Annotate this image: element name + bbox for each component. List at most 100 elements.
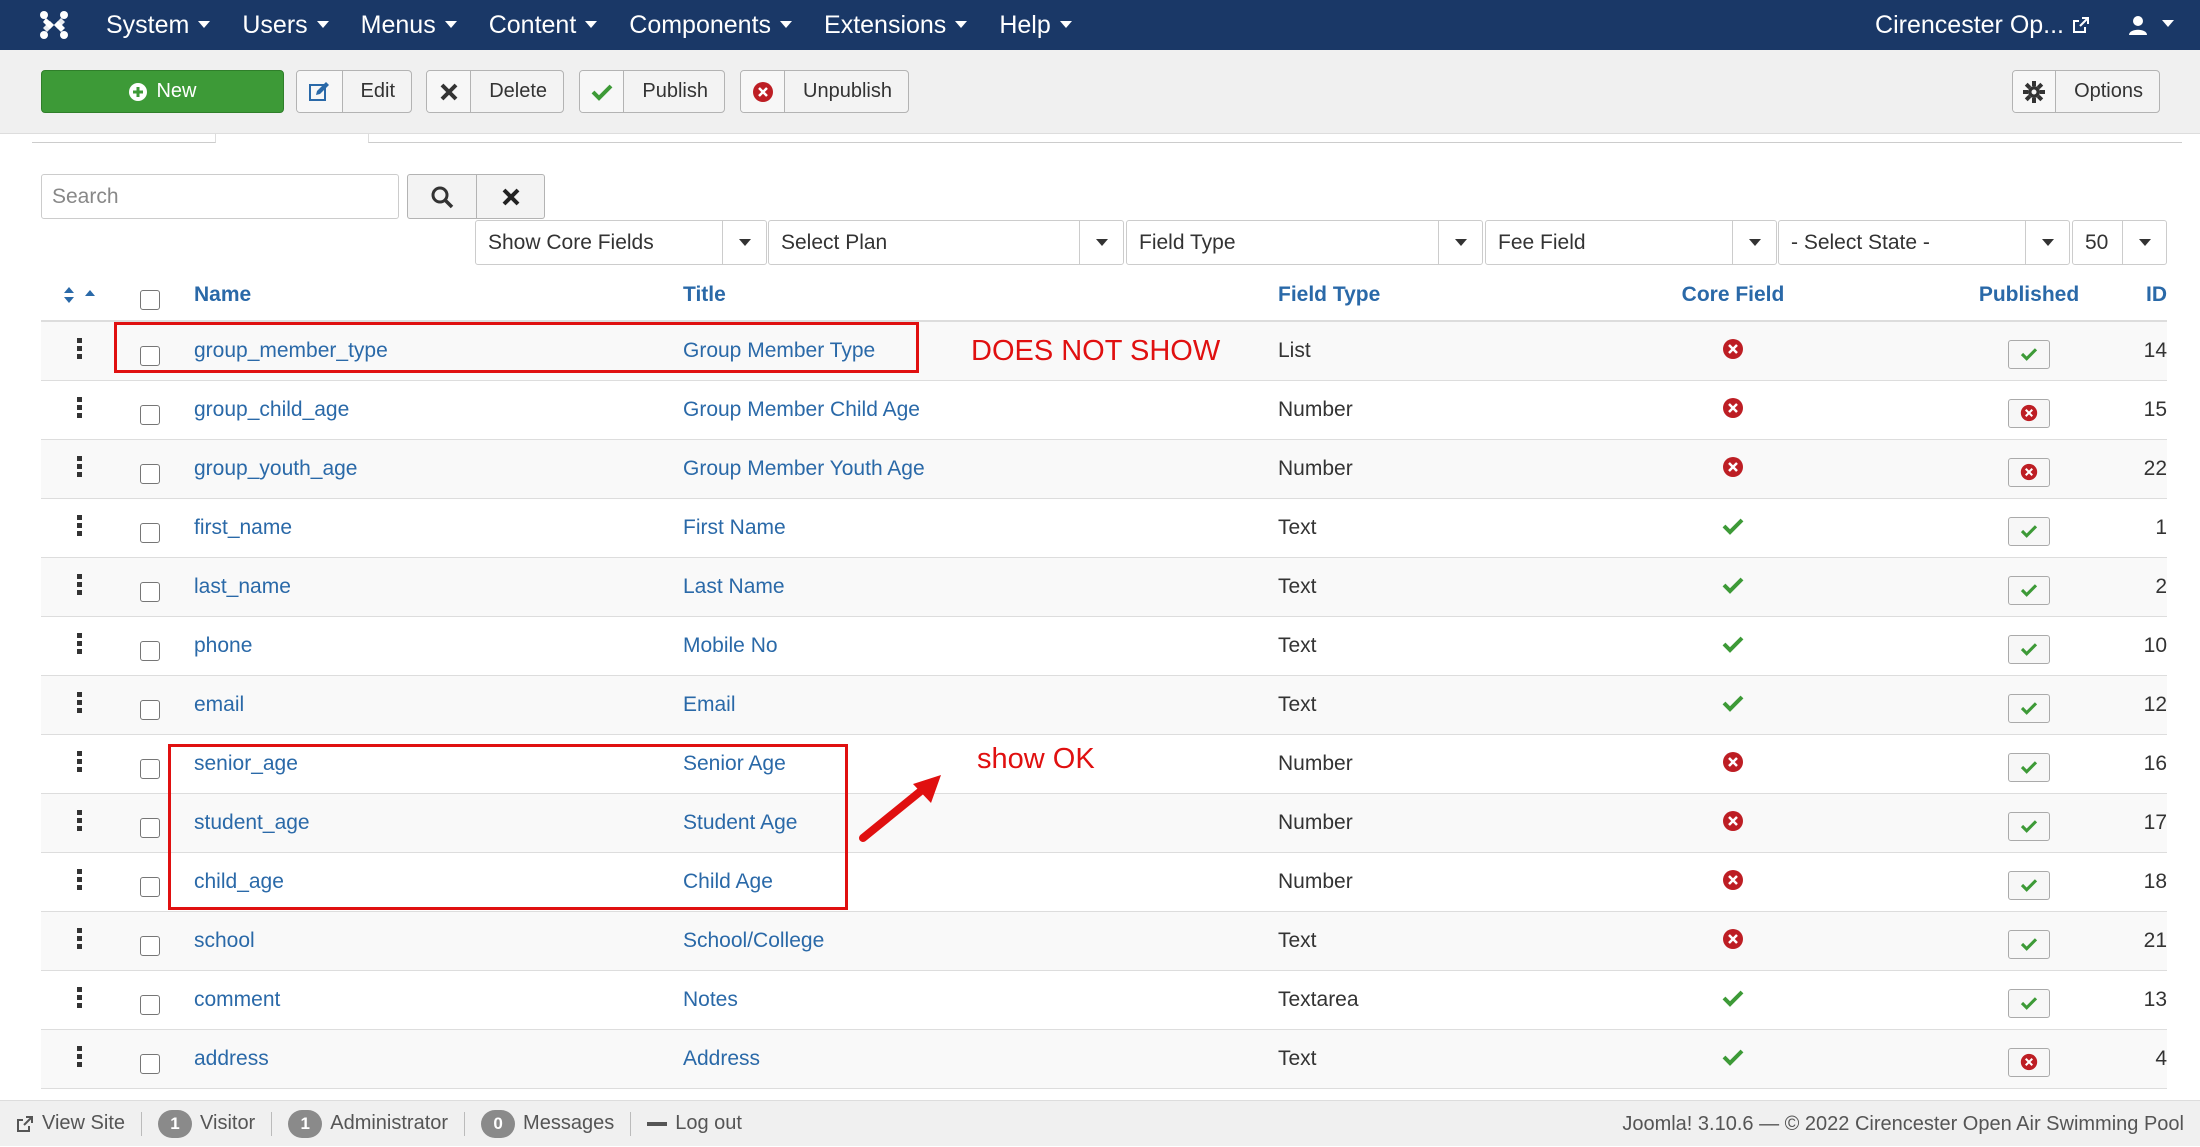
row-checkbox[interactable] — [135, 558, 165, 616]
nav-menu-extensions[interactable]: Extensions — [808, 0, 983, 50]
title-column-header[interactable]: Title — [683, 270, 726, 320]
state-filter[interactable]: - Select State - — [1778, 220, 2070, 265]
field-name-link[interactable]: comment — [194, 971, 280, 1029]
row-checkbox[interactable] — [135, 971, 165, 1029]
drag-handle[interactable] — [41, 971, 117, 1029]
nav-menu-system[interactable]: System — [90, 0, 226, 50]
drag-handle[interactable] — [41, 794, 117, 852]
published-toggle[interactable] — [2008, 575, 2050, 605]
drag-handle[interactable] — [41, 676, 117, 734]
field-title-link[interactable]: Address — [683, 1030, 760, 1088]
field-title-link[interactable]: Group Member Child Age — [683, 381, 920, 439]
row-checkbox[interactable] — [135, 853, 165, 911]
publish-button[interactable]: Publish — [579, 70, 725, 113]
view-site-link[interactable]: View Site — [16, 1112, 125, 1135]
published-toggle[interactable] — [2008, 339, 2050, 369]
joomla-logo-icon[interactable] — [38, 9, 70, 41]
drag-handle[interactable] — [41, 1030, 117, 1088]
visitors-link[interactable]: 1 Visitor — [158, 1109, 255, 1138]
times-circle-icon — [1723, 398, 1743, 418]
nav-menu-help[interactable]: Help — [983, 0, 1087, 50]
row-checkbox[interactable] — [135, 381, 165, 439]
row-checkbox[interactable] — [135, 1030, 165, 1088]
list-limit-select[interactable]: 50 — [2072, 220, 2167, 265]
field-name-link[interactable]: phone — [194, 617, 252, 675]
field-name-link[interactable]: group_child_age — [194, 381, 349, 439]
nav-menu-components[interactable]: Components — [613, 0, 808, 50]
field-title-link[interactable]: Notes — [683, 971, 738, 1029]
unpublish-button[interactable]: Unpublish — [740, 70, 909, 113]
row-checkbox[interactable] — [135, 794, 165, 852]
field-title-link[interactable]: Mobile No — [683, 617, 778, 675]
tab-remnant[interactable] — [32, 134, 216, 143]
edit-button[interactable]: Edit — [296, 70, 412, 113]
new-button[interactable]: New — [41, 70, 284, 113]
published-toggle[interactable] — [2008, 457, 2050, 487]
published-toggle[interactable] — [2008, 870, 2050, 900]
field-title-link[interactable]: School/College — [683, 912, 824, 970]
clear-button[interactable] — [477, 174, 545, 219]
drag-handle[interactable] — [41, 499, 117, 557]
row-checkbox[interactable] — [135, 735, 165, 793]
published-toggle[interactable] — [2008, 693, 2050, 723]
messages-link[interactable]: 0 Messages — [481, 1109, 614, 1138]
drag-handle[interactable] — [41, 381, 117, 439]
delete-button[interactable]: Delete — [426, 70, 564, 113]
published-toggle[interactable] — [2008, 516, 2050, 546]
row-checkbox[interactable] — [135, 676, 165, 734]
name-column-header[interactable]: Name — [194, 270, 251, 320]
field-type-value: Number — [1278, 870, 1353, 893]
field-title-link[interactable]: Email — [683, 676, 736, 734]
field-title-link[interactable]: First Name — [683, 499, 786, 557]
field-name-link[interactable]: email — [194, 676, 244, 734]
published-toggle[interactable] — [2008, 811, 2050, 841]
site-link[interactable]: Cirencester Op... — [1875, 11, 2090, 40]
drag-handle[interactable] — [41, 440, 117, 498]
field-name-link[interactable]: group_youth_age — [194, 440, 357, 498]
list-limit-value: 50 — [2085, 230, 2109, 254]
tab-strip — [32, 134, 2182, 144]
options-button[interactable]: Options — [2012, 70, 2160, 113]
field-name-link[interactable]: address — [194, 1030, 269, 1088]
row-checkbox[interactable] — [135, 617, 165, 675]
field-title-link[interactable]: Last Name — [683, 558, 785, 616]
field-name-link[interactable]: first_name — [194, 499, 292, 557]
search-input[interactable] — [41, 174, 399, 219]
fee-field-filter[interactable]: Fee Field — [1485, 220, 1777, 265]
search-button[interactable] — [407, 174, 477, 219]
drag-handle[interactable] — [41, 558, 117, 616]
nav-menu-menus[interactable]: Menus — [345, 0, 473, 50]
nav-menu-content[interactable]: Content — [473, 0, 614, 50]
drag-handle[interactable] — [41, 617, 117, 675]
field-name-link[interactable]: school — [194, 912, 255, 970]
nav-menu-users[interactable]: Users — [226, 0, 344, 50]
field-type-filter[interactable]: Field Type — [1126, 220, 1483, 265]
drag-handle[interactable] — [41, 322, 117, 380]
administrators-link[interactable]: 1 Administrator — [288, 1109, 448, 1138]
field-title-link[interactable]: Group Member Youth Age — [683, 440, 925, 498]
ordering-header[interactable] — [41, 270, 117, 320]
drag-handle[interactable] — [41, 735, 117, 793]
drag-handle[interactable] — [41, 912, 117, 970]
check-all[interactable] — [135, 270, 165, 320]
published-toggle[interactable] — [2008, 1047, 2050, 1077]
table-row: email Email Text 12 — [41, 676, 2167, 735]
user-menu[interactable] — [2128, 15, 2174, 35]
id-column-header[interactable]: ID — [2067, 270, 2167, 320]
published-toggle[interactable] — [2008, 929, 2050, 959]
core-fields-filter[interactable]: Show Core Fields — [475, 220, 767, 265]
field-name-link[interactable]: last_name — [194, 558, 291, 616]
drag-handle[interactable] — [41, 853, 117, 911]
logout-link[interactable]: Log out — [647, 1112, 742, 1135]
published-toggle[interactable] — [2008, 398, 2050, 428]
published-toggle[interactable] — [2008, 634, 2050, 664]
plan-filter[interactable]: Select Plan — [768, 220, 1124, 265]
published-toggle[interactable] — [2008, 988, 2050, 1018]
row-checkbox[interactable] — [135, 499, 165, 557]
row-checkbox[interactable] — [135, 440, 165, 498]
field-type-column-header[interactable]: Field Type — [1278, 270, 1380, 320]
core-field-column-header[interactable]: Core Field — [1600, 270, 1866, 320]
row-checkbox[interactable] — [135, 912, 165, 970]
published-toggle[interactable] — [2008, 752, 2050, 782]
minus-icon — [647, 1121, 668, 1126]
